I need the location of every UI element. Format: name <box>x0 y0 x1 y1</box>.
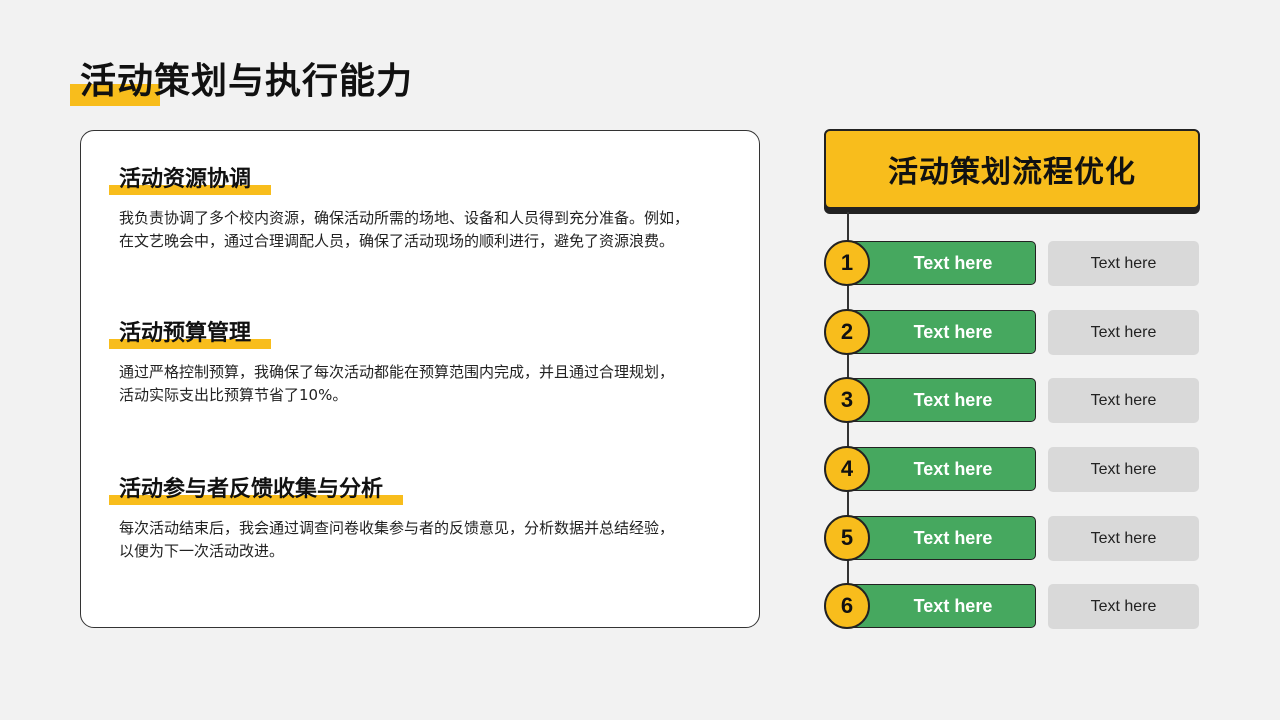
section-resource-coordination: 活动资源协调 我负责协调了多个校内资源，确保活动所需的场地、设备和人员得到充分准… <box>109 163 729 253</box>
step-number-badge: 1 <box>824 240 870 286</box>
section-heading-text: 活动参与者反馈收集与分析 <box>119 477 384 502</box>
section-heading-text: 活动资源协调 <box>119 167 252 192</box>
step-number-badge: 5 <box>824 515 870 561</box>
flow-step-4: Text here 4 Text here <box>824 446 1200 494</box>
page-title: 活动策划与执行能力 <box>80 61 414 102</box>
section-body: 我负责协调了多个校内资源，确保活动所需的场地、设备和人员得到充分准备。例如， 在… <box>109 207 729 253</box>
flow-step-6: Text here 6 Text here <box>824 583 1200 631</box>
content-card: 活动资源协调 我负责协调了多个校内资源，确保活动所需的场地、设备和人员得到充分准… <box>80 130 760 628</box>
body-line: 我负责协调了多个校内资源，确保活动所需的场地、设备和人员得到充分准备。例如， <box>119 209 690 227</box>
step-number-badge: 2 <box>824 309 870 355</box>
step-detail: Text here <box>1048 516 1199 561</box>
flow-title: 活动策划流程优化 <box>824 129 1200 209</box>
step-number-badge: 6 <box>824 583 870 629</box>
section-heading: 活动参与者反馈收集与分析 <box>109 473 404 507</box>
step-detail: Text here <box>1048 310 1199 355</box>
flow-step-3: Text here 3 Text here <box>824 377 1200 425</box>
body-line: 通过严格控制预算，我确保了每次活动都能在预算范围内完成，并且通过合理规划， <box>119 363 675 381</box>
section-feedback-analysis: 活动参与者反馈收集与分析 每次活动结束后，我会通过调查问卷收集参与者的反馈意见，… <box>109 473 729 563</box>
step-label: Text here <box>844 378 1036 422</box>
step-label: Text here <box>844 447 1036 491</box>
section-heading: 活动资源协调 <box>109 163 272 197</box>
section-heading: 活动预算管理 <box>109 317 272 351</box>
step-detail: Text here <box>1048 378 1199 423</box>
step-number-badge: 3 <box>824 377 870 423</box>
body-line: 每次活动结束后，我会通过调查问卷收集参与者的反馈意见，分析数据并总结经验， <box>119 519 675 537</box>
step-label: Text here <box>844 584 1036 628</box>
section-body: 每次活动结束后，我会通过调查问卷收集参与者的反馈意见，分析数据并总结经验， 以便… <box>109 517 729 563</box>
flow-step-1: Text here 1 Text here <box>824 240 1200 288</box>
step-label: Text here <box>844 241 1036 285</box>
step-number-badge: 4 <box>824 446 870 492</box>
section-budget-management: 活动预算管理 通过严格控制预算，我确保了每次活动都能在预算范围内完成，并且通过合… <box>109 317 729 407</box>
flow-step-5: Text here 5 Text here <box>824 515 1200 563</box>
section-heading-text: 活动预算管理 <box>119 321 252 346</box>
flow-step-2: Text here 2 Text here <box>824 309 1200 357</box>
step-detail: Text here <box>1048 241 1199 286</box>
step-detail: Text here <box>1048 447 1199 492</box>
body-line: 活动实际支出比预算节省了10%。 <box>119 386 348 404</box>
step-label: Text here <box>844 516 1036 560</box>
title-area: 活动策划与执行能力 <box>70 58 413 106</box>
body-line: 以便为下一次活动改进。 <box>119 542 285 560</box>
section-body: 通过严格控制预算，我确保了每次活动都能在预算范围内完成，并且通过合理规划， 活动… <box>109 361 729 407</box>
step-label: Text here <box>844 310 1036 354</box>
step-detail: Text here <box>1048 584 1199 629</box>
body-line: 在文艺晚会中，通过合理调配人员，确保了活动现场的顺利进行，避免了资源浪费。 <box>119 232 675 250</box>
